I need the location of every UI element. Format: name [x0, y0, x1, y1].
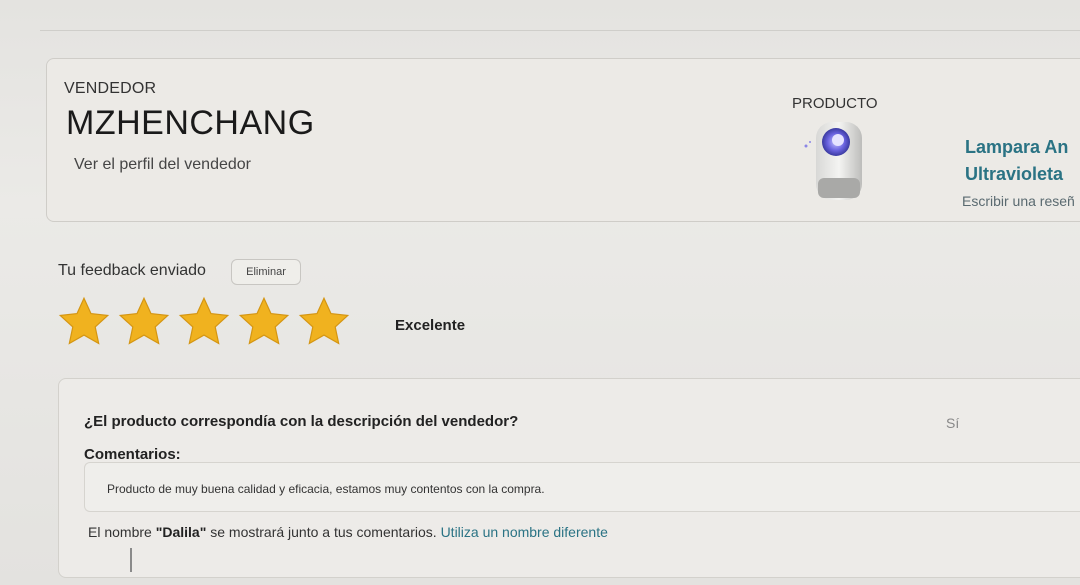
- product-title-line2[interactable]: Ultravioleta: [965, 161, 1080, 188]
- seller-name: MZHENCHANG: [66, 104, 315, 142]
- change-name-link[interactable]: Utiliza un nombre diferente: [441, 524, 608, 540]
- write-review-link[interactable]: Escribir una reseñ: [962, 193, 1080, 209]
- comment-text: Producto de muy buena calidad y eficacia…: [107, 482, 545, 496]
- comments-label: Comentarios:: [84, 446, 181, 463]
- product-title-line1[interactable]: Lampara An: [965, 134, 1080, 161]
- text-cursor: [130, 548, 132, 572]
- delete-feedback-button[interactable]: Eliminar: [231, 259, 301, 285]
- description-match-question: ¿El producto correspondía con la descrip…: [84, 413, 519, 430]
- star-icon-2[interactable]: [116, 294, 172, 350]
- star-icon-4[interactable]: [236, 294, 292, 350]
- uv-lamp-icon: [804, 122, 862, 200]
- star-icon-1[interactable]: [56, 294, 112, 350]
- star-rating: [56, 294, 352, 350]
- star-icon-3[interactable]: [176, 294, 232, 350]
- display-name-value: "Dalila": [155, 524, 207, 540]
- product-heading: PRODUCTO: [792, 95, 878, 112]
- description-match-answer: Sí: [946, 415, 960, 431]
- top-divider: [40, 30, 1080, 31]
- seller-heading: VENDEDOR: [64, 80, 157, 97]
- feedback-sent-label: Tu feedback enviado: [58, 262, 206, 279]
- display-name-note: El nombre "Dalila" se mostrará junto a t…: [88, 524, 608, 540]
- name-note-prefix: El nombre: [88, 524, 156, 540]
- rating-label: Excelente: [395, 317, 466, 334]
- uv-lamp-product-image[interactable]: [800, 118, 870, 204]
- seller-profile-link[interactable]: Ver el perfil del vendedor: [74, 156, 251, 174]
- star-icon-5[interactable]: [296, 294, 352, 350]
- name-note-suffix: se mostrará junto a tus comentarios.: [206, 524, 441, 540]
- product-title[interactable]: Lampara An Ultravioleta: [965, 134, 1080, 188]
